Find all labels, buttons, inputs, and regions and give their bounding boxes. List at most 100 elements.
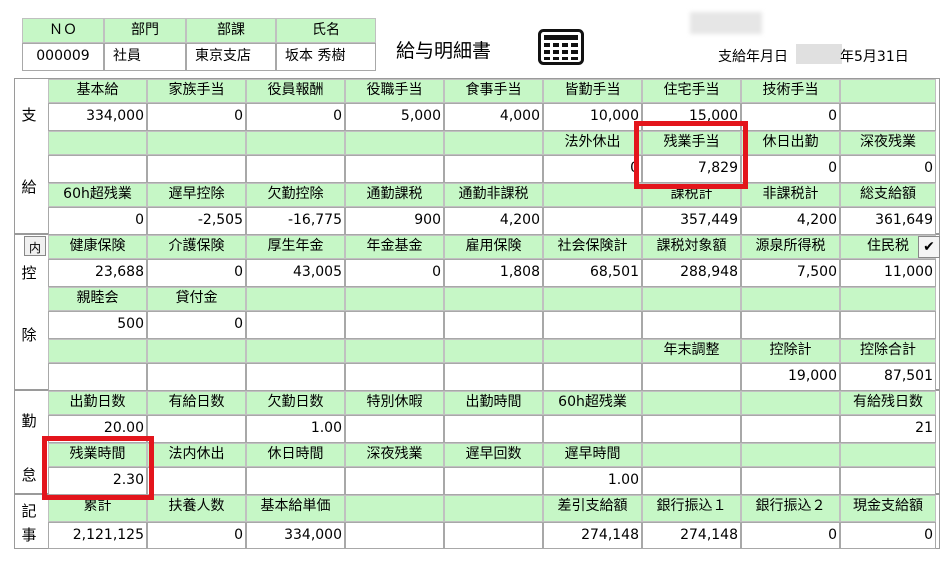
pay-r1-label-1: 家族手当 — [147, 79, 246, 103]
notes-value-1[interactable]: 0 — [147, 522, 246, 549]
pay-r3-label-5 — [543, 183, 642, 207]
deduct-r2-value-2[interactable] — [246, 311, 345, 339]
pay-r1-value-7[interactable]: 0 — [741, 103, 840, 131]
deduct-r1-value-1[interactable]: 0 — [147, 259, 246, 287]
notes-value-5[interactable]: 274,148 — [543, 522, 642, 549]
inner-tab-button[interactable]: 内 — [24, 236, 46, 256]
attendance-r2-value-7[interactable] — [741, 467, 840, 495]
deduct-r2-value-0[interactable]: 500 — [48, 311, 147, 339]
pay-r1-label-3: 役職手当 — [345, 79, 444, 103]
deduct-r2-value-7[interactable] — [741, 311, 840, 339]
pay-r2-value-0[interactable] — [48, 155, 147, 183]
pay-r1-value-4[interactable]: 4,000 — [444, 103, 543, 131]
attendance-r1-value-1[interactable] — [147, 415, 246, 443]
pay-r3-value-2[interactable]: -16,775 — [246, 207, 345, 235]
deduct-r1-label-6: 課税対象額 — [642, 235, 741, 259]
notes-value-8[interactable]: 0 — [840, 522, 936, 549]
attendance-r1-value-6[interactable] — [642, 415, 741, 443]
deduct-r1-label-0: 健康保険 — [48, 235, 147, 259]
attendance-r1-label-5: 60h超残業 — [543, 391, 642, 415]
deduct-r2-value-4[interactable] — [444, 311, 543, 339]
pay-r1-value-8[interactable] — [840, 103, 936, 131]
deduct-r3-label-1 — [147, 339, 246, 363]
checkmark-button[interactable]: ✔ — [918, 236, 940, 258]
deduct-r1-value-7[interactable]: 7,500 — [741, 259, 840, 287]
notes-label-8: 現金支給額 — [840, 495, 936, 522]
attendance-r2-value-4[interactable] — [444, 467, 543, 495]
attendance-r1-value-8[interactable]: 21 — [840, 415, 936, 443]
pay-r3-value-8[interactable]: 361,649 — [840, 207, 936, 235]
pay-r1-value-0[interactable]: 334,000 — [48, 103, 147, 131]
pay-r2-value-3[interactable] — [345, 155, 444, 183]
attendance-r1-value-7[interactable] — [741, 415, 840, 443]
notes-value-4[interactable] — [444, 522, 543, 549]
pay-r2-value-4[interactable] — [444, 155, 543, 183]
deduct-r3-value-6[interactable] — [642, 363, 741, 391]
deduct-r3-label-2 — [246, 339, 345, 363]
pay-r1-value-1[interactable]: 0 — [147, 103, 246, 131]
deduct-r3-value-5[interactable] — [543, 363, 642, 391]
attendance-r2-label-1: 法内休出 — [147, 443, 246, 467]
deduct-label-2: 除 — [21, 326, 37, 344]
deduct-r1-value-5[interactable]: 68,501 — [543, 259, 642, 287]
deduct-r3-value-8[interactable]: 87,501 — [840, 363, 936, 391]
attendance-r2-value-2[interactable] — [246, 467, 345, 495]
notes-value-2[interactable]: 334,000 — [246, 522, 345, 549]
deduct-r3-label-8: 控除合計 — [840, 339, 936, 363]
deduct-r2-value-1[interactable]: 0 — [147, 311, 246, 339]
deduct-r3-value-0[interactable] — [48, 363, 147, 391]
attendance-label-1: 勤 — [21, 412, 37, 430]
pay-r3-value-3[interactable]: 900 — [345, 207, 444, 235]
deduct-r1-value-3[interactable]: 0 — [345, 259, 444, 287]
pay-r3-value-5[interactable] — [543, 207, 642, 235]
notes-value-7[interactable]: 0 — [741, 522, 840, 549]
deduct-r2-value-8[interactable] — [840, 311, 936, 339]
deduct-r1-label-1: 介護保険 — [147, 235, 246, 259]
pay-r3-value-6[interactable]: 357,449 — [642, 207, 741, 235]
notes-value-3[interactable] — [345, 522, 444, 549]
notes-value-6[interactable]: 274,148 — [642, 522, 741, 549]
pay-r3-value-0[interactable]: 0 — [48, 207, 147, 235]
document-title: 給与明細書 — [396, 40, 492, 62]
pay-r2-label-5: 法外休出 — [543, 131, 642, 155]
pay-r3-value-7[interactable]: 4,200 — [741, 207, 840, 235]
pay-r2-value-7[interactable]: 0 — [741, 155, 840, 183]
highlight-overtime-hours — [42, 436, 154, 500]
attendance-r1-value-5[interactable] — [543, 415, 642, 443]
attendance-r2-value-8[interactable] — [840, 467, 936, 495]
deduct-r3-value-4[interactable] — [444, 363, 543, 391]
attendance-r2-value-3[interactable] — [345, 467, 444, 495]
deduct-r3-value-2[interactable] — [246, 363, 345, 391]
pay-r1-value-3[interactable]: 5,000 — [345, 103, 444, 131]
pay-r2-value-8[interactable]: 0 — [840, 155, 936, 183]
calculator-icon[interactable] — [538, 29, 584, 65]
pay-r2-value-5[interactable]: 0 — [543, 155, 642, 183]
pay-r1-value-2[interactable]: 0 — [246, 103, 345, 131]
deduct-r1-label-5: 社会保険計 — [543, 235, 642, 259]
attendance-r2-value-6[interactable] — [642, 467, 741, 495]
deduct-r3-value-1[interactable] — [147, 363, 246, 391]
deduct-r2-value-6[interactable] — [642, 311, 741, 339]
deduct-r1-value-2[interactable]: 43,005 — [246, 259, 345, 287]
notes-value-0[interactable]: 2,121,125 — [48, 522, 147, 549]
pay-r1-value-5[interactable]: 10,000 — [543, 103, 642, 131]
attendance-r1-value-3[interactable] — [345, 415, 444, 443]
attendance-r1-value-4[interactable] — [444, 415, 543, 443]
pay-r2-value-1[interactable] — [147, 155, 246, 183]
deduct-r1-value-4[interactable]: 1,808 — [444, 259, 543, 287]
attendance-r2-label-7 — [741, 443, 840, 467]
pay-r3-value-1[interactable]: -2,505 — [147, 207, 246, 235]
deduct-r1-value-8[interactable]: 11,000 — [840, 259, 936, 287]
pay-r3-value-4[interactable]: 4,200 — [444, 207, 543, 235]
attendance-r2-value-5[interactable]: 1.00 — [543, 467, 642, 495]
deduct-r3-value-3[interactable] — [345, 363, 444, 391]
deduct-r2-value-5[interactable] — [543, 311, 642, 339]
deduct-r1-value-6[interactable]: 288,948 — [642, 259, 741, 287]
deduct-r2-label-6 — [642, 287, 741, 311]
attendance-r1-value-2[interactable]: 1.00 — [246, 415, 345, 443]
deduct-r2-value-3[interactable] — [345, 311, 444, 339]
deduct-r3-value-7[interactable]: 19,000 — [741, 363, 840, 391]
pay-r2-value-2[interactable] — [246, 155, 345, 183]
attendance-r2-value-1[interactable] — [147, 467, 246, 495]
deduct-r1-value-0[interactable]: 23,688 — [48, 259, 147, 287]
